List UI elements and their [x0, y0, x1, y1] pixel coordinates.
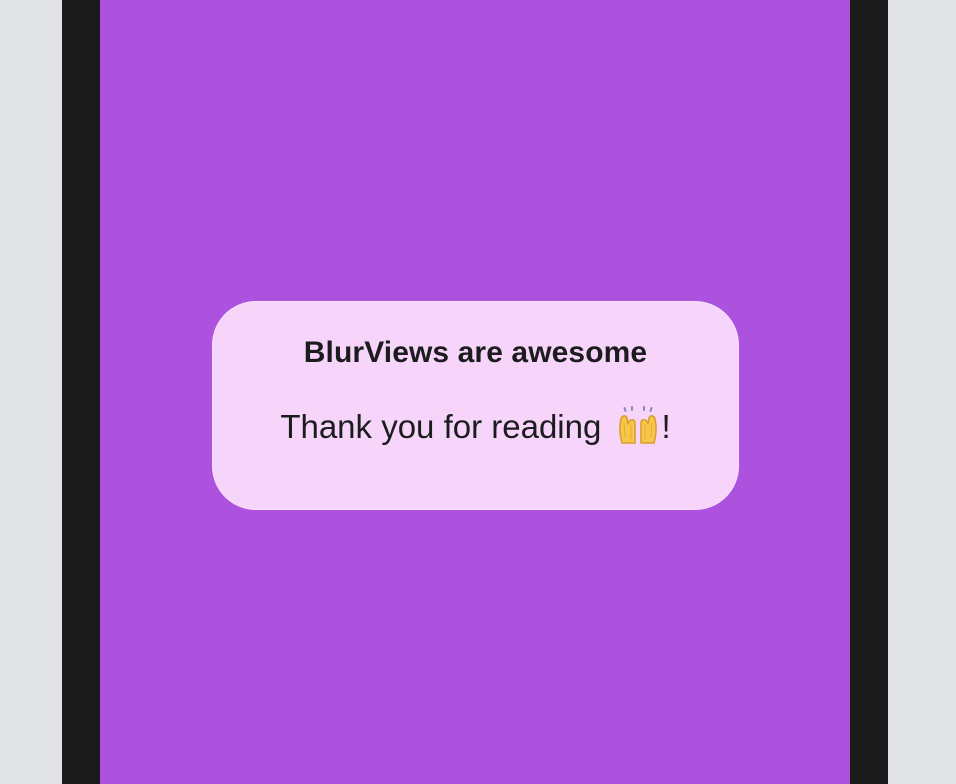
device-frame: BlurViews are awesome Thank you for read… [62, 0, 888, 784]
raising-hands-icon [615, 406, 661, 444]
app-screen: BlurViews are awesome Thank you for read… [100, 0, 850, 784]
card-subtitle: Thank you for reading ! [212, 406, 739, 446]
blur-card: BlurViews are awesome Thank you for read… [212, 301, 739, 510]
page: BlurViews are awesome Thank you for read… [0, 0, 956, 784]
card-subtitle-suffix: ! [661, 408, 671, 445]
card-title: BlurViews are awesome [303, 336, 648, 369]
card-subtitle-text: Thank you for reading [280, 408, 602, 445]
